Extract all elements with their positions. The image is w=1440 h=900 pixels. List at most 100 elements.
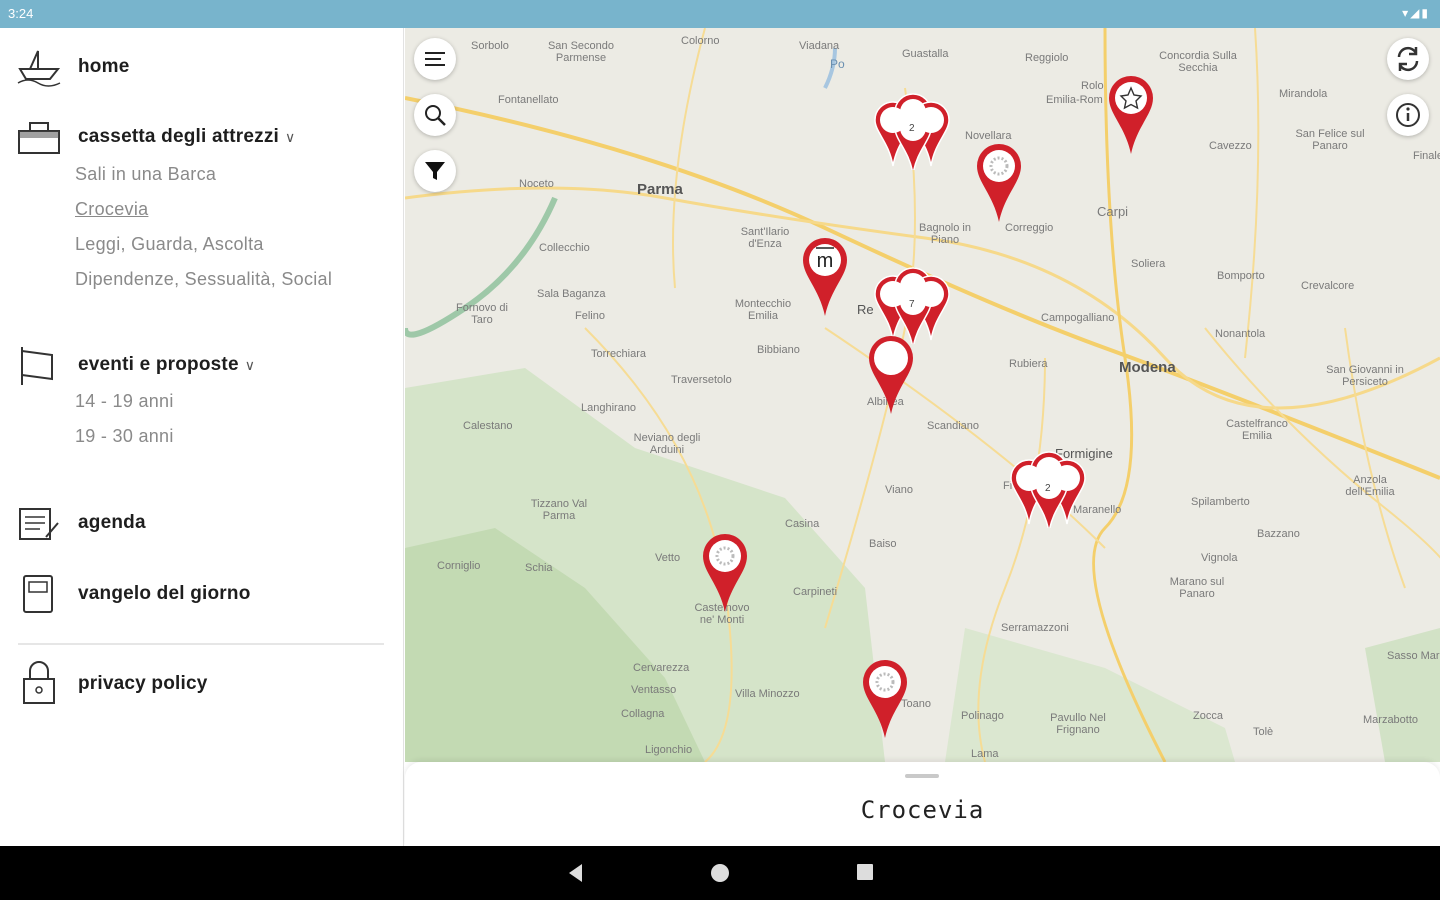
place-label: Castelfranco Emilia [1226, 418, 1288, 442]
map-pin[interactable] [861, 658, 909, 740]
place-label: Modena [1119, 359, 1176, 376]
place-label: Mirandola [1279, 88, 1328, 100]
place-label: Concordia Sulla Secchia [1159, 50, 1237, 74]
filter-button[interactable] [414, 150, 456, 192]
place-label: Bagnolo in Piano [919, 222, 971, 246]
map-pin[interactable] [701, 532, 749, 614]
map-pin[interactable]: m [801, 236, 849, 318]
nav-label-privacy: privacy policy [78, 673, 208, 694]
search-icon [425, 105, 446, 126]
map-pin-favorite[interactable] [1107, 74, 1155, 156]
nav-item-toolbox[interactable]: cassetta degli attrezzi ∨ [16, 114, 295, 160]
place-label: Reggiolo [1025, 52, 1069, 64]
place-label: Soliera [1131, 258, 1166, 270]
place-label: Zocca [1193, 710, 1223, 722]
nav-label-home: home [78, 56, 130, 77]
sub-item-dipendenze[interactable]: Dipendenze, Sessualità, Social [75, 269, 332, 290]
search-button[interactable] [414, 94, 456, 136]
place-label: Corniglio [437, 560, 481, 572]
place-label: Po [830, 57, 845, 71]
place-label: Lama [971, 748, 999, 760]
nav-item-agenda[interactable]: agenda [16, 500, 146, 546]
place-label: Guastalla [902, 48, 949, 60]
pin-letter: m [817, 250, 834, 272]
nav-label-toolbox: cassetta degli attrezzi [78, 126, 280, 147]
place-label: Marano sul Panaro [1169, 576, 1225, 600]
info-icon [1396, 103, 1420, 127]
place-label: Vetto [655, 552, 681, 564]
menu-button[interactable] [414, 38, 456, 80]
chevron-down-icon[interactable]: ∨ [245, 357, 255, 374]
place-label: Parma [637, 181, 683, 198]
place-label: Ligonchio [645, 744, 693, 756]
place-label: Re [857, 302, 874, 317]
status-time: 3:24 [8, 6, 34, 21]
place-label: Calestano [463, 420, 513, 432]
place-label: Ventasso [631, 684, 677, 696]
sub-item-crocevia[interactable]: Crocevia [75, 199, 148, 220]
status-bar: 3:24 ▾◢▮ [0, 0, 1440, 28]
place-label: Casina [785, 518, 820, 530]
place-label: Felino [575, 310, 605, 322]
sub-item-sali[interactable]: Sali in una Barca [75, 164, 216, 185]
place-label: Vignola [1201, 552, 1238, 564]
toolbox-icon [16, 114, 62, 160]
place-label: Traversetolo [671, 374, 732, 386]
sub-item-19-30[interactable]: 19 - 30 anni [75, 426, 174, 447]
place-label: Viadana [799, 40, 840, 52]
drawer-divider [18, 643, 384, 645]
bottom-sheet[interactable]: Crocevia [405, 762, 1440, 846]
place-label: Polinago [961, 710, 1004, 722]
place-label: Fornovo di Taro [456, 302, 508, 326]
place-label: Marzabotto [1363, 714, 1419, 726]
sub-item-14-19[interactable]: 14 - 19 anni [75, 391, 174, 412]
nav-item-events[interactable]: eventi e proposte ∨ [16, 342, 255, 388]
nav-label-gospel: vangelo del giorno [78, 583, 251, 604]
place-label: Cervarezza [633, 662, 690, 674]
place-label: San Secondo Parmense [547, 40, 615, 64]
place-label: Bazzano [1257, 528, 1300, 540]
system-navigation-bar [0, 846, 1440, 900]
map-pin[interactable] [975, 142, 1023, 224]
place-label: Bomporto [1217, 270, 1265, 282]
map-pin[interactable] [867, 334, 915, 416]
place-label: Tolè [1253, 726, 1274, 738]
place-label: Tizzano Val Parma [530, 498, 588, 522]
place-label: Collagna [621, 708, 665, 720]
info-button[interactable] [1387, 94, 1429, 136]
chevron-down-icon[interactable]: ∨ [285, 129, 295, 146]
place-label: Finale [1413, 150, 1440, 162]
nav-item-gospel[interactable]: vangelo del giorno [16, 571, 251, 617]
nav-item-home[interactable]: home [16, 44, 129, 90]
boat-icon [16, 44, 62, 90]
back-icon[interactable] [566, 862, 586, 884]
nav-item-privacy[interactable]: privacy policy [16, 661, 208, 707]
book-icon [16, 571, 62, 617]
place-label: Nonantola [1215, 328, 1266, 340]
nav-label-agenda: agenda [78, 512, 146, 533]
place-label: Sorbolo [471, 40, 509, 52]
place-label: Serramazzoni [1001, 622, 1069, 634]
place-label: San Giovanni in Persiceto [1326, 364, 1404, 388]
navigation-drawer: home cassetta degli attrezzi ∨ Sali in u… [0, 28, 404, 846]
place-label: Fontanellato [498, 94, 559, 106]
place-label: Neviano degli Arduini [633, 432, 701, 456]
status-icons: ▾◢▮ [1402, 6, 1430, 20]
place-label: Anzola dell'Emilia [1345, 474, 1395, 498]
refresh-button[interactable] [1387, 38, 1429, 80]
place-label: Novellara [965, 130, 1012, 142]
place-label: Villa Minozzo [735, 688, 800, 700]
place-label: Collecchio [539, 242, 590, 254]
place-label: Sala Baganza [537, 288, 606, 300]
place-label: Emilia-Rom [1046, 94, 1103, 106]
place-label: Langhirano [581, 402, 637, 414]
home-icon[interactable] [709, 862, 731, 884]
map-view[interactable]: Sorbolo San Secondo Parmense Colorno Via… [405, 28, 1440, 762]
sub-item-leggi[interactable]: Leggi, Guarda, Ascolta [75, 234, 264, 255]
cluster-count: 2 [1045, 483, 1051, 494]
refresh-icon [1397, 46, 1419, 72]
place-label: Spilamberto [1191, 496, 1250, 508]
recents-icon[interactable] [855, 862, 875, 882]
place-label: Crevalcore [1301, 280, 1355, 292]
sheet-drag-handle[interactable] [905, 774, 939, 778]
